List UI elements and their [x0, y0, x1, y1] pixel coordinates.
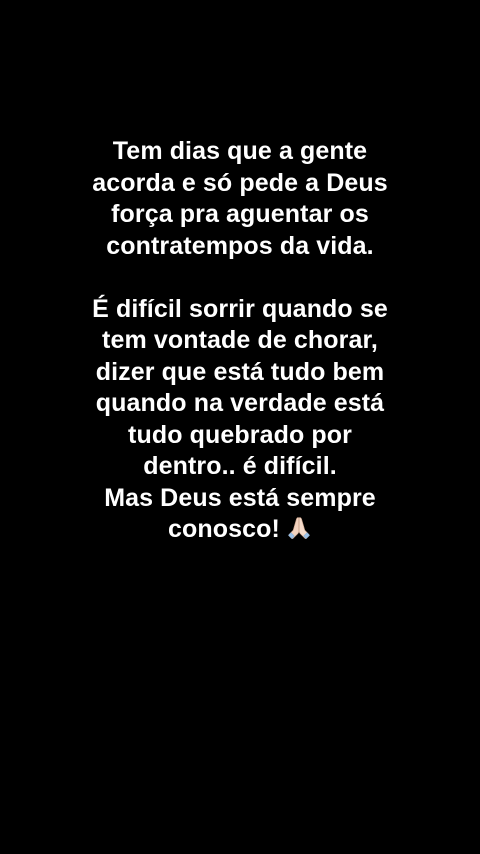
text-line: Tem dias que a gente	[112, 137, 368, 165]
text-line: tudo quebrado por	[128, 420, 352, 449]
text-line: quando na verdade está	[95, 389, 385, 417]
text-line: força pra aguentar os	[111, 200, 369, 228]
text-line-last: conosco!	[40, 514, 440, 546]
text-line: conosco!	[168, 515, 280, 543]
praying-hands-icon	[286, 515, 312, 541]
text-line: Mas Deus está sempre	[104, 483, 376, 512]
text-line: dizer que está tudo bem	[95, 357, 385, 386]
text-line: acorda e só pede a Deus	[92, 168, 388, 197]
text-line: dentro.. é difícil.	[143, 452, 337, 480]
story-background: Tem dias que a gente acorda e só pede a …	[0, 0, 480, 854]
text-line: tem vontade de chorar,	[102, 326, 378, 354]
story-text: Tem dias que a gente acorda e só pede a …	[40, 136, 440, 546]
text-line: É difícil sorrir quando se	[92, 294, 388, 323]
text-line: contratempos da vida.	[106, 231, 374, 260]
